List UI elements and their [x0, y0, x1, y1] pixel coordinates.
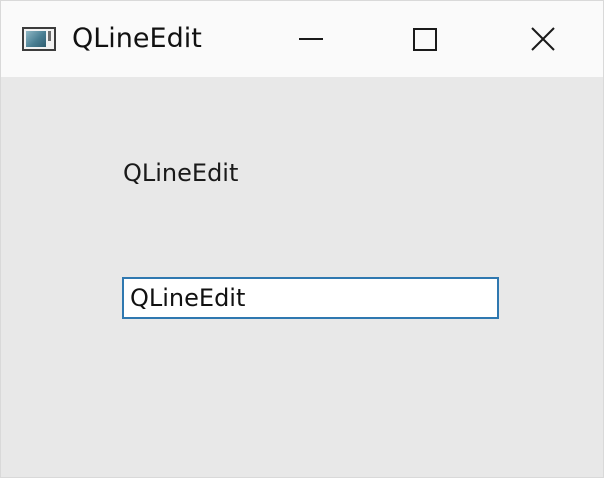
window-app-icon[interactable] — [22, 27, 56, 51]
maximize-button[interactable] — [367, 1, 482, 77]
client-area: QLineEdit — [1, 77, 603, 477]
app-window: QLineEdit QLineEdit — [0, 0, 604, 478]
app-icon-pane — [26, 31, 46, 47]
window-title: QLineEdit — [72, 23, 202, 54]
title-bar[interactable]: QLineEdit — [1, 1, 603, 77]
close-button[interactable] — [485, 1, 600, 77]
line-edit-input[interactable] — [122, 277, 499, 319]
maximize-icon — [413, 28, 437, 51]
minimize-icon — [299, 38, 323, 40]
minimize-button[interactable] — [252, 1, 367, 77]
app-icon-bar — [48, 31, 51, 41]
line-edit-label: QLineEdit — [123, 159, 239, 187]
close-icon — [531, 27, 555, 51]
